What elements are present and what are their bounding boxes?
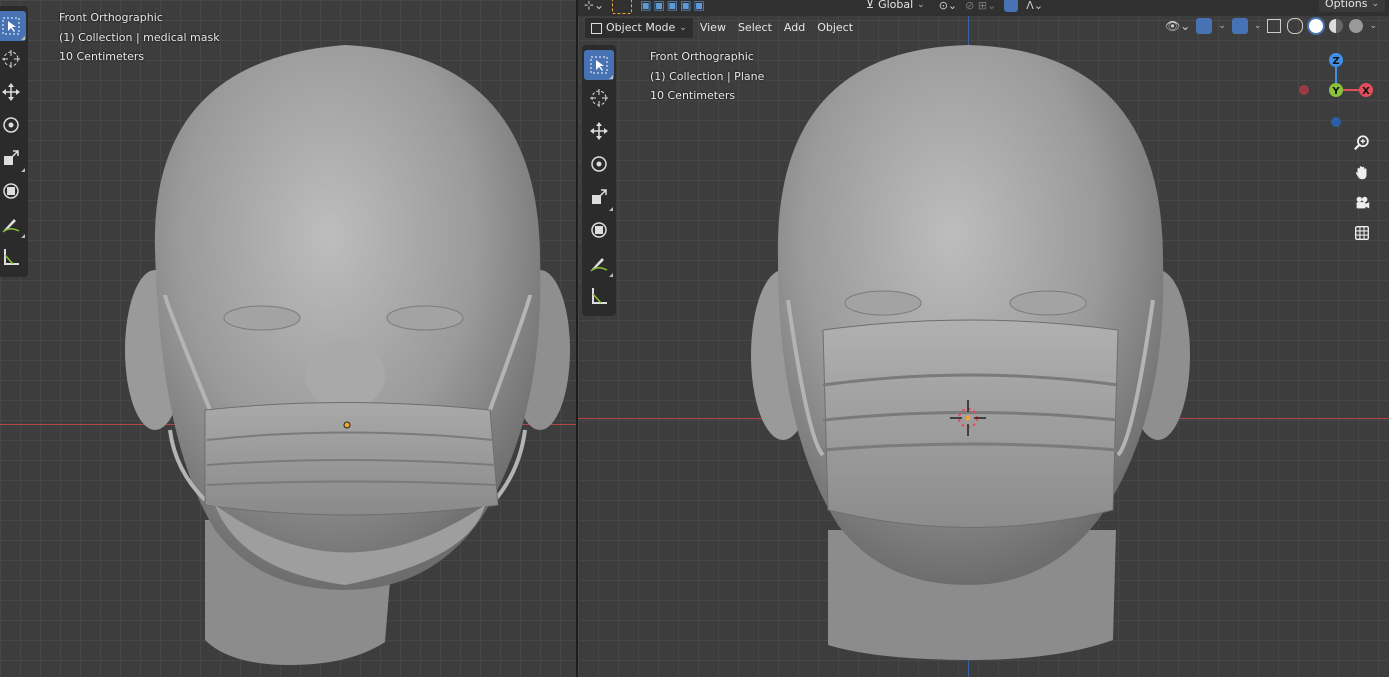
chevron-down-icon[interactable]: ⌄ <box>1254 21 1262 31</box>
measure-icon <box>4 249 19 265</box>
head-model-left[interactable] <box>0 0 576 677</box>
proportional-edit-icon[interactable] <box>1004 0 1019 12</box>
gizmo-x-label: X <box>1362 86 1370 97</box>
wireframe-shading-icon[interactable] <box>1287 18 1304 34</box>
tool-rotate[interactable] <box>584 149 614 179</box>
camera-view-button[interactable] <box>1350 191 1374 215</box>
select-box-icon <box>2 17 20 35</box>
gizmo-neg-z-axis[interactable] <box>1331 117 1341 127</box>
cursor-icon <box>2 50 20 68</box>
orientation-label: Global <box>878 0 914 11</box>
tool-cursor[interactable] <box>584 83 614 113</box>
rotate-icon <box>3 117 19 133</box>
cursor-icon <box>590 89 608 107</box>
tool-header: ⊹⌄ ▣▣▣▣▣ ⊻ Global ⌄ ⊙⌄ ⊘ ⊞⌄ ᐱ⌄ Options ⌄ <box>578 0 1389 16</box>
transform-orientation-dropdown[interactable]: ⊻ Global ⌄ <box>860 0 931 13</box>
gizmo-neg-x-axis[interactable] <box>1299 85 1309 95</box>
tool-scale[interactable] <box>0 143 26 173</box>
transform-pivot-icon[interactable]: ⊹⌄ <box>584 0 604 12</box>
pan-button[interactable] <box>1350 161 1374 185</box>
chevron-down-icon[interactable]: ⌄ <box>1369 21 1377 31</box>
tool-annotate[interactable] <box>0 209 26 239</box>
pivot-point-icon[interactable]: ⊙⌄ <box>939 0 957 12</box>
tool-annotate[interactable] <box>584 248 614 278</box>
falloff-icon[interactable]: ᐱ⌄ <box>1026 0 1043 12</box>
navigation-gizmo[interactable]: Z X Y <box>1290 48 1380 138</box>
tool-rotate[interactable] <box>0 110 26 140</box>
move-icon <box>590 122 608 140</box>
mode-label: Object Mode <box>606 21 676 34</box>
gizmo-toggle-icon[interactable] <box>1196 18 1213 34</box>
ortho-toggle-button[interactable] <box>1350 221 1374 245</box>
gizmo-z-label: Z <box>1332 56 1339 67</box>
zoom-icon <box>1354 135 1369 151</box>
tool-move[interactable] <box>0 77 26 107</box>
chevron-down-icon[interactable]: ⌄ <box>1218 21 1226 31</box>
view-name-right: Front Orthographic <box>650 50 754 63</box>
menu-select[interactable]: Select <box>732 18 778 38</box>
orientation-icon: ⊻ <box>866 0 875 11</box>
toolbar-left <box>0 6 28 277</box>
rendered-shading-icon[interactable] <box>1349 19 1364 33</box>
annotate-icon <box>2 219 20 233</box>
scale-label-right: 10 Centimeters <box>650 89 736 102</box>
scale-icon <box>4 150 19 165</box>
xray-icon[interactable] <box>1267 19 1282 33</box>
menu-view[interactable]: View <box>694 18 732 38</box>
options-dropdown[interactable]: Options ⌄ <box>1319 0 1385 12</box>
tool-scale[interactable] <box>584 182 614 212</box>
scale-icon <box>592 189 607 204</box>
mode-dropdown[interactable]: Object Mode ⌄ <box>584 17 694 39</box>
camera-icon <box>1356 196 1370 209</box>
rotate-icon <box>591 156 607 172</box>
collection-label-right: (1) Collection | Plane <box>650 69 765 83</box>
zoom-button[interactable] <box>1350 131 1374 155</box>
viewport-left[interactable]: Front Orthographic (1) Collection | medi… <box>0 0 576 677</box>
collection-label-left: (1) Collection | medical mask <box>59 30 220 44</box>
visibility-icon[interactable]: 👁⌄ <box>1165 19 1190 33</box>
select-box-icon <box>590 56 608 74</box>
transform-icon <box>3 183 19 199</box>
tool-select-box[interactable] <box>0 11 26 41</box>
tool-measure[interactable] <box>0 242 26 272</box>
annotate-icon <box>590 258 608 272</box>
view-name-left: Front Orthographic <box>59 11 163 24</box>
menu-add[interactable]: Add <box>778 18 811 38</box>
snap-icon[interactable]: ⊘ ⊞⌄ <box>965 0 996 12</box>
tool-transform[interactable] <box>584 215 614 245</box>
view-info-left: Front Orthographic (1) Collection | medi… <box>59 8 220 67</box>
measure-icon <box>592 288 607 304</box>
tool-transform[interactable] <box>0 176 26 206</box>
chevron-down-icon: ⌄ <box>1371 0 1379 9</box>
options-label: Options <box>1325 0 1368 10</box>
tool-measure[interactable] <box>584 281 614 311</box>
view-info-right: Front Orthographic (1) Collection | Plan… <box>650 47 764 106</box>
toolbar-right <box>582 45 616 316</box>
material-shading-icon[interactable] <box>1329 19 1344 33</box>
viewport-header: Object Mode ⌄ View Select Add Object 👁⌄ … <box>578 16 1389 40</box>
hand-icon <box>1356 166 1367 180</box>
chevron-down-icon: ⌄ <box>679 23 687 33</box>
gizmo-y-label: Y <box>1331 86 1340 97</box>
tool-move[interactable] <box>584 116 614 146</box>
move-icon <box>2 83 20 101</box>
grid-icon <box>1355 226 1369 240</box>
select-mode-icon[interactable] <box>612 0 633 14</box>
object-mode-icon <box>591 22 602 34</box>
transform-icon <box>591 222 607 238</box>
menu-object[interactable]: Object <box>811 18 859 38</box>
scale-label-left: 10 Centimeters <box>59 50 145 63</box>
tool-cursor[interactable] <box>0 44 26 74</box>
selection-modes-icon[interactable]: ▣▣▣▣▣ <box>640 0 707 12</box>
overlays-icon[interactable] <box>1231 18 1248 34</box>
tool-select-box[interactable] <box>584 50 614 80</box>
solid-shading-icon[interactable] <box>1309 19 1324 33</box>
chevron-down-icon: ⌄ <box>917 0 925 10</box>
viewport-right[interactable]: Front Orthographic (1) Collection | Plan… <box>578 0 1389 677</box>
